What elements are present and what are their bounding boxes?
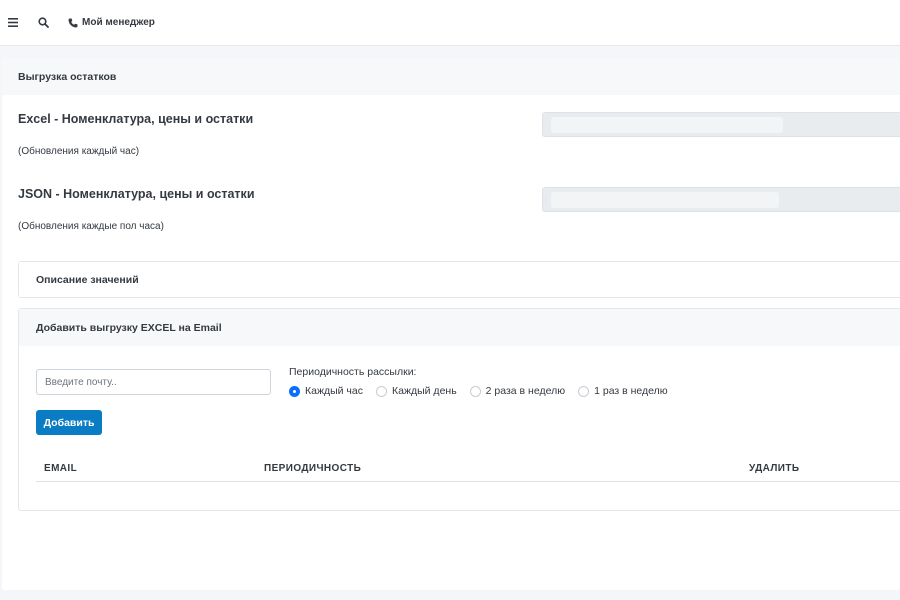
radio-hourly-label: Каждый час xyxy=(305,385,363,397)
json-link-field[interactable] xyxy=(542,187,900,212)
email-export-accordion: Добавить выгрузку EXCEL на Email Периоди… xyxy=(18,308,900,511)
radio-daily-label: Каждый день xyxy=(392,385,457,397)
radio-weekly-label: 1 раз в неделю xyxy=(594,385,668,397)
stock-export-card: Выгрузка остатков Excel - Номенклатура, … xyxy=(2,58,900,590)
radio-weekly[interactable]: 1 раз в неделю xyxy=(578,385,668,397)
radio-hourly[interactable]: Каждый час xyxy=(289,385,363,397)
export-json-title: JSON - Номенклатура, цены и остатки xyxy=(18,187,255,201)
phone-icon xyxy=(68,18,78,27)
export-json-subtitle: (Обновления каждые пол часа) xyxy=(18,221,164,232)
my-manager-label: Мой менеджер xyxy=(82,17,155,28)
my-manager-link[interactable]: Мой менеджер xyxy=(68,0,155,46)
radio-twice-weekly-label: 2 раза в неделю xyxy=(485,385,566,397)
email-table-header: EMAIL ПЕРИОДИЧНОСТЬ УДАЛИТЬ xyxy=(36,454,900,482)
frequency-label: Периодичность рассылки: xyxy=(289,366,417,378)
add-button[interactable]: Добавить xyxy=(36,410,102,435)
email-export-title: Добавить выгрузку EXCEL на Email xyxy=(36,321,222,334)
search-icon[interactable] xyxy=(38,0,52,46)
radio-unchecked-icon[interactable] xyxy=(469,385,481,397)
card-title: Выгрузка остатков xyxy=(2,58,900,95)
radio-daily[interactable]: Каждый день xyxy=(376,385,457,397)
description-accordion[interactable]: Описание значений xyxy=(18,261,900,298)
export-excel-subtitle: (Обновления каждый час) xyxy=(18,146,140,157)
radio-twice-weekly[interactable]: 2 раза в неделю xyxy=(469,385,566,397)
description-header[interactable]: Описание значений xyxy=(19,262,900,297)
top-navbar: Мой менеджер xyxy=(0,0,900,46)
email-export-header[interactable]: Добавить выгрузку EXCEL на Email xyxy=(19,309,900,346)
radio-checked-icon[interactable] xyxy=(289,385,300,397)
radio-unchecked-icon[interactable] xyxy=(578,385,590,397)
export-excel: Excel - Номенклатура, цены и остатки (Об… xyxy=(18,112,253,157)
column-email: EMAIL xyxy=(44,463,78,474)
export-excel-title: Excel - Номенклатура, цены и остатки xyxy=(18,112,254,126)
column-delete: УДАЛИТЬ xyxy=(749,463,800,474)
hamburger-icon[interactable] xyxy=(8,0,22,46)
excel-link-field[interactable] xyxy=(542,112,900,137)
export-json: JSON - Номенклатура, цены и остатки (Обн… xyxy=(18,187,255,232)
radio-unchecked-icon[interactable] xyxy=(376,385,387,397)
json-link-value xyxy=(551,192,779,208)
frequency-radio-group: Каждый час Каждый день 2 раза в неделю 1… xyxy=(289,385,681,397)
excel-link-value xyxy=(551,117,783,133)
column-frequency: ПЕРИОДИЧНОСТЬ xyxy=(264,463,362,474)
email-input[interactable] xyxy=(36,369,271,395)
